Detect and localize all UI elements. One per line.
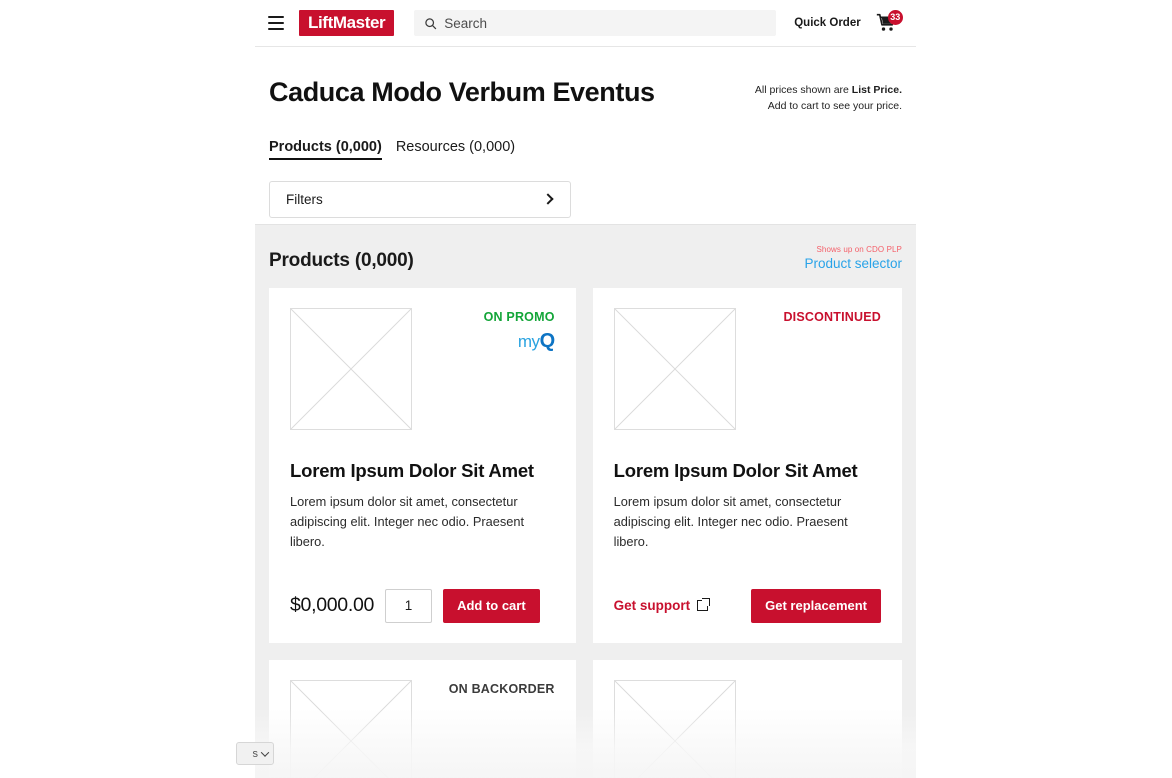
product-name: Lorem Ipsum Dolor Sit Amet xyxy=(290,459,534,481)
cart-button[interactable]: 33 xyxy=(871,10,903,36)
external-link-icon xyxy=(697,597,712,612)
product-list-title: Products (0,000) xyxy=(269,249,414,271)
product-card-top: ON BACKORDER xyxy=(290,679,555,778)
liftmaster-logo[interactable]: LiftMaster xyxy=(299,9,395,37)
price-disclaimer-prefix: All prices shown are xyxy=(754,84,852,96)
image-placeholder-icon xyxy=(290,679,412,778)
product-description: Lorem ipsum dolor sit amet, consectetur … xyxy=(290,493,525,549)
page-header-section: Caduca Modo Verbum Eventus All prices sh… xyxy=(255,47,916,225)
chevron-down-icon xyxy=(260,747,270,757)
tab-resources[interactable]: Resources (0,000) xyxy=(396,139,515,160)
page-title: Caduca Modo Verbum Eventus xyxy=(269,77,655,107)
product-badges: ON PROMO myQ xyxy=(483,308,556,351)
quick-order-button[interactable]: Quick Order xyxy=(794,17,860,29)
floating-select-label: s xyxy=(252,747,259,760)
product-selector-link[interactable]: Product selector xyxy=(804,256,902,272)
product-list-section: Products (0,000) Shows up on CDO PLP Pro… xyxy=(255,225,916,778)
product-description: Lorem ipsum dolor sit amet, consectetur … xyxy=(613,493,848,549)
product-card-top xyxy=(613,679,881,778)
floating-select-control[interactable]: s xyxy=(236,742,274,765)
product-purchase-row: $0,000.00 Add to cart xyxy=(290,561,555,623)
page-root: LiftMaster Search Quick Order 33 Caduca … xyxy=(0,0,1172,778)
price-disclaimer: All prices shown are List Price. Add to … xyxy=(755,77,902,115)
filters-toggle-button[interactable]: Filters xyxy=(269,180,571,218)
get-support-label: Get support xyxy=(613,598,691,614)
status-badge: DISCONTINUED xyxy=(783,309,881,324)
product-purchase-row: Get support Get replacement xyxy=(614,561,881,623)
annotation-block: Shows up on CDO PLP Product selector xyxy=(804,245,902,272)
product-badges: ON BACKORDER xyxy=(449,680,555,696)
price-disclaimer-line1: All prices shown are List Price. xyxy=(755,83,902,99)
myq-logo-my: my xyxy=(517,331,540,351)
add-to-cart-button[interactable]: Add to cart xyxy=(443,588,540,623)
logo-text: LiftMaster xyxy=(308,12,386,32)
product-name: Lorem Ipsum Dolor Sit Amet xyxy=(613,459,858,481)
price-disclaimer-line2: Add to cart to see your price. xyxy=(767,99,902,112)
status-badge: ON BACKORDER xyxy=(448,681,555,696)
quantity-input[interactable] xyxy=(385,588,433,623)
search-icon xyxy=(425,17,437,29)
product-badges: DISCONTINUED xyxy=(783,308,881,324)
image-placeholder-icon xyxy=(613,307,736,430)
search-placeholder-text: Search xyxy=(444,15,488,31)
tab-list: Products (0,000) Resources (0,000) xyxy=(269,139,902,160)
image-placeholder-icon xyxy=(290,307,412,430)
product-card[interactable]: DISCONTINUED Lorem Ipsum Dolor Sit Amet … xyxy=(592,287,902,643)
product-grid: ON PROMO myQ Lorem Ipsum Dolor Sit Amet … xyxy=(269,287,902,778)
annotation-note: Shows up on CDO PLP xyxy=(816,245,902,254)
search-input[interactable]: Search xyxy=(414,10,777,36)
product-list-header: Products (0,000) Shows up on CDO PLP Pro… xyxy=(269,239,902,288)
product-card-top: DISCONTINUED xyxy=(613,307,881,430)
hamburger-menu-icon[interactable] xyxy=(263,10,289,36)
get-support-link[interactable]: Get support xyxy=(613,597,712,614)
top-navigation-bar: LiftMaster Search Quick Order 33 xyxy=(255,0,916,47)
image-placeholder-icon xyxy=(613,679,736,778)
product-card-top: ON PROMO myQ xyxy=(290,307,556,430)
get-replacement-button[interactable]: Get replacement xyxy=(751,588,881,623)
status-badge: ON PROMO xyxy=(483,309,555,324)
myq-logo-q: Q xyxy=(539,329,556,352)
price-disclaimer-bold: List Price. xyxy=(851,84,902,96)
filters-label: Filters xyxy=(286,191,323,207)
app-viewport: LiftMaster Search Quick Order 33 Caduca … xyxy=(255,0,916,778)
product-card[interactable] xyxy=(592,659,902,778)
product-price: $0,000.00 xyxy=(290,594,375,617)
cart-count-badge: 33 xyxy=(887,10,903,25)
product-card[interactable]: ON BACKORDER xyxy=(269,659,576,778)
chevron-right-icon xyxy=(542,193,554,205)
tab-products[interactable]: Products (0,000) xyxy=(269,139,382,160)
product-card[interactable]: ON PROMO myQ Lorem Ipsum Dolor Sit Amet … xyxy=(269,287,576,643)
myq-logo: myQ xyxy=(484,331,555,351)
title-row: Caduca Modo Verbum Eventus All prices sh… xyxy=(269,77,902,115)
